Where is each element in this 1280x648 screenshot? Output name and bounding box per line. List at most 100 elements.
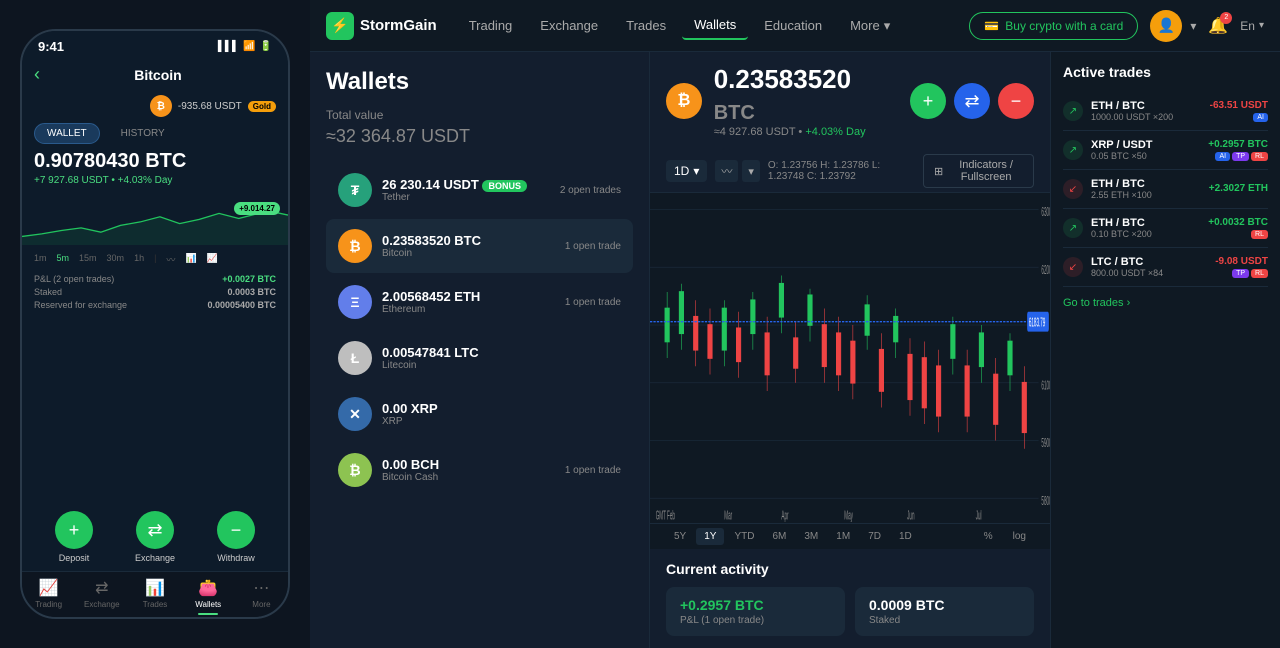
phone-nav-trading-icon: 📈	[39, 578, 59, 598]
trade-item-xrp-usdt[interactable]: ↗ XRP / USDT 0.05 BTC ×50 +0.2957 BTC AI…	[1063, 131, 1268, 170]
phone-mockup: 9:41 ▌▌▌ 📶 🔋 ‹ Bitcoin ₿ -935.68 USDT Go…	[0, 0, 310, 648]
phone-deposit-btn[interactable]: + Deposit	[55, 511, 93, 563]
wallet-item-xrp[interactable]: ✕ 0.00 XRP XRP	[326, 387, 633, 441]
svg-text:6183.79: 6183.79	[1029, 316, 1046, 331]
bch-icon: ₿	[338, 453, 372, 487]
trade-item-ltc-btc[interactable]: ↙ LTC / BTC 800.00 USDT ×84 -9.08 USDT T…	[1063, 248, 1268, 287]
chart-type-line-btn[interactable]: 〰	[715, 160, 738, 182]
phone-tab-wallet[interactable]: WALLET	[34, 123, 100, 144]
trade-item-eth-btc-3[interactable]: ↗ ETH / BTC 0.10 BTC ×200 +0.0032 BTC RL	[1063, 209, 1268, 248]
active-trades-panel: Active trades ↗ ETH / BTC 1000.00 USDT ×…	[1050, 52, 1280, 648]
phone-nav-exchange[interactable]: ⇄ Exchange	[75, 578, 128, 615]
nav-education[interactable]: Education	[752, 12, 834, 39]
user-avatar[interactable]: 👤	[1150, 10, 1182, 42]
trade-item-eth-btc-2[interactable]: ↙ ETH / BTC 2.55 ETH ×100 +2.3027 ETH	[1063, 170, 1268, 209]
chart-timeframe-buttons: 5Y 1Y YTD 6M 3M 1M 7D 1D % log	[650, 523, 1050, 549]
chart-tf-ytd[interactable]: YTD	[726, 528, 762, 545]
phone-tf-5m[interactable]: 5m	[57, 253, 70, 266]
chart-minus-button[interactable]: −	[998, 83, 1034, 119]
wallet-item-usdt[interactable]: ₮ 26 230.14 USDT BONUS Tether 2 open tra…	[326, 163, 633, 217]
chart-tf-6m[interactable]: 6M	[764, 528, 794, 545]
svg-text:Jul: Jul	[976, 509, 982, 523]
trade-direction-up: ↗	[1063, 101, 1083, 121]
phone-chart-type-candle[interactable]: 📈	[207, 253, 218, 266]
chart-ohlc-label: O: 1.23756 H: 1.23786 L: 1.23748 C: 1.23…	[768, 160, 915, 182]
svg-text:6100.00: 6100.00	[1041, 379, 1050, 394]
phone-chart-type-line[interactable]: 〰	[166, 253, 175, 266]
phone-balance-usdt: -935.68 USDT	[178, 101, 242, 112]
phone-balance-section: ₿ -935.68 USDT Gold WALLET HISTORY 0.907…	[22, 91, 288, 194]
chart-action-buttons: + ⇄ −	[910, 83, 1034, 119]
phone-tab-history[interactable]: HISTORY	[108, 123, 178, 144]
phone-exchange-btn[interactable]: ⇄ Exchange	[135, 511, 175, 563]
chart-tf-1d[interactable]: 1D	[891, 528, 920, 545]
go-to-trades-link[interactable]: Go to trades ›	[1063, 297, 1268, 309]
svg-text:Apr: Apr	[781, 509, 788, 523]
logo-text: StormGain	[360, 17, 437, 34]
phone-nav-trades-label: Trades	[143, 600, 168, 609]
phone-balance-change: +7 927.68 USDT • +4.03% Day	[34, 175, 276, 186]
phone-coin-title: Bitcoin	[40, 67, 276, 83]
phone-chart-type-bar[interactable]: 📊	[185, 253, 196, 266]
chart-add-button[interactable]: +	[910, 83, 946, 119]
trade-info-eth-btc-1: ETH / BTC 1000.00 USDT ×200	[1091, 100, 1202, 122]
wallet-item-btc[interactable]: ₿ 0.23583520 BTC Bitcoin 1 open trade	[326, 219, 633, 273]
svg-text:5800.00: 5800.00	[1041, 494, 1050, 509]
language-selector[interactable]: En	[1240, 19, 1255, 33]
phone-withdraw-icon: −	[217, 511, 255, 549]
chart-type-buttons: 〰 ▾	[715, 160, 760, 182]
page-title: Wallets	[326, 68, 633, 96]
activity-card-staked: 0.0009 BTC Staked	[855, 587, 1034, 636]
trade-item-eth-btc-1[interactable]: ↗ ETH / BTC 1000.00 USDT ×200 -63.51 USD…	[1063, 92, 1268, 131]
svg-text:Jun: Jun	[907, 509, 914, 523]
wallet-item-ltc[interactable]: Ł 0.00547841 LTC Litecoin	[326, 331, 633, 385]
nav-more[interactable]: More ▾	[838, 12, 902, 40]
lang-dropdown-arrow[interactable]: ▾	[1259, 20, 1264, 31]
bch-trades: 1 open trade	[565, 465, 621, 476]
phone-tf-1m[interactable]: 1m	[34, 253, 47, 266]
usdt-info: 26 230.14 USDT BONUS Tether	[382, 177, 550, 203]
nav-wallets[interactable]: Wallets	[682, 11, 748, 40]
logo[interactable]: ⚡ StormGain	[326, 12, 437, 40]
wallet-item-eth[interactable]: Ξ 2.00568452 ETH Ethereum 1 open trade	[326, 275, 633, 329]
chart-panel: ₿ 0.23583520 BTC ≈4 927.68 USDT • +4.03%…	[650, 52, 1050, 648]
svg-text:6300.00: 6300.00	[1041, 205, 1050, 220]
chart-tf-right-buttons: % log	[976, 528, 1034, 545]
nav-exchange[interactable]: Exchange	[528, 12, 610, 39]
buy-crypto-button[interactable]: 💳 Buy crypto with a card	[969, 12, 1138, 40]
chart-timeframe-select[interactable]: 1D ▾	[666, 160, 707, 182]
nav-trading[interactable]: Trading	[457, 12, 525, 39]
chart-tf-3m[interactable]: 3M	[796, 528, 826, 545]
chart-log-btn[interactable]: log	[1005, 528, 1034, 545]
phone-nav-wallets[interactable]: 👛 Wallets	[182, 578, 235, 615]
btc-info: 0.23583520 BTC Bitcoin	[382, 233, 555, 259]
chart-tf-7d[interactable]: 7D	[860, 528, 889, 545]
chart-type-bar-btn[interactable]: ▾	[742, 160, 760, 182]
trade-pnl-eth-btc-1: -63.51 USDT AI	[1210, 100, 1268, 122]
usdt-trades: 2 open trades	[560, 185, 621, 196]
chart-percent-btn[interactable]: %	[976, 528, 1001, 545]
wallet-item-bch[interactable]: ₿ 0.00 BCH Bitcoin Cash 1 open trade	[326, 443, 633, 497]
phone-tf-30m[interactable]: 30m	[107, 253, 125, 266]
top-navigation: ⚡ StormGain Trading Exchange Trades Wall…	[310, 0, 1280, 52]
nav-trades[interactable]: Trades	[614, 12, 678, 39]
avatar-dropdown[interactable]: ▾	[1190, 19, 1196, 33]
phone-withdraw-btn[interactable]: − Withdraw	[217, 511, 255, 563]
phone-nav-trades[interactable]: 📊 Trades	[128, 578, 181, 615]
notifications-bell[interactable]: 🔔 2	[1208, 16, 1228, 36]
chart-header: ₿ 0.23583520 BTC ≈4 927.68 USDT • +4.03%…	[650, 52, 1050, 150]
chart-exchange-button[interactable]: ⇄	[954, 83, 990, 119]
phone-timeframes: 1m 5m 15m 30m 1h | 〰 📊 📈	[22, 249, 288, 270]
chart-indicators-button[interactable]: ⊞ Indicators / Fullscreen	[923, 154, 1034, 188]
activity-title: Current activity	[666, 561, 1034, 577]
chart-tf-1m[interactable]: 1M	[828, 528, 858, 545]
chart-tf-5y[interactable]: 5Y	[666, 528, 694, 545]
phone-nav-more[interactable]: ⋯ More	[235, 578, 288, 615]
phone-tf-1h[interactable]: 1h	[134, 253, 144, 266]
candlestick-chart: 6300.00 6200.00 6183.79 6100.00 5900.00 …	[650, 193, 1050, 523]
chart-tf-1y[interactable]: 1Y	[696, 528, 724, 545]
phone-tf-15m[interactable]: 15m	[79, 253, 97, 266]
phone-nav-trading[interactable]: 📈 Trading	[22, 578, 75, 615]
logo-icon: ⚡	[326, 12, 354, 40]
chart-controls: 1D ▾ 〰 ▾ O: 1.23756 H: 1.23786 L: 1.2374…	[650, 150, 1050, 193]
